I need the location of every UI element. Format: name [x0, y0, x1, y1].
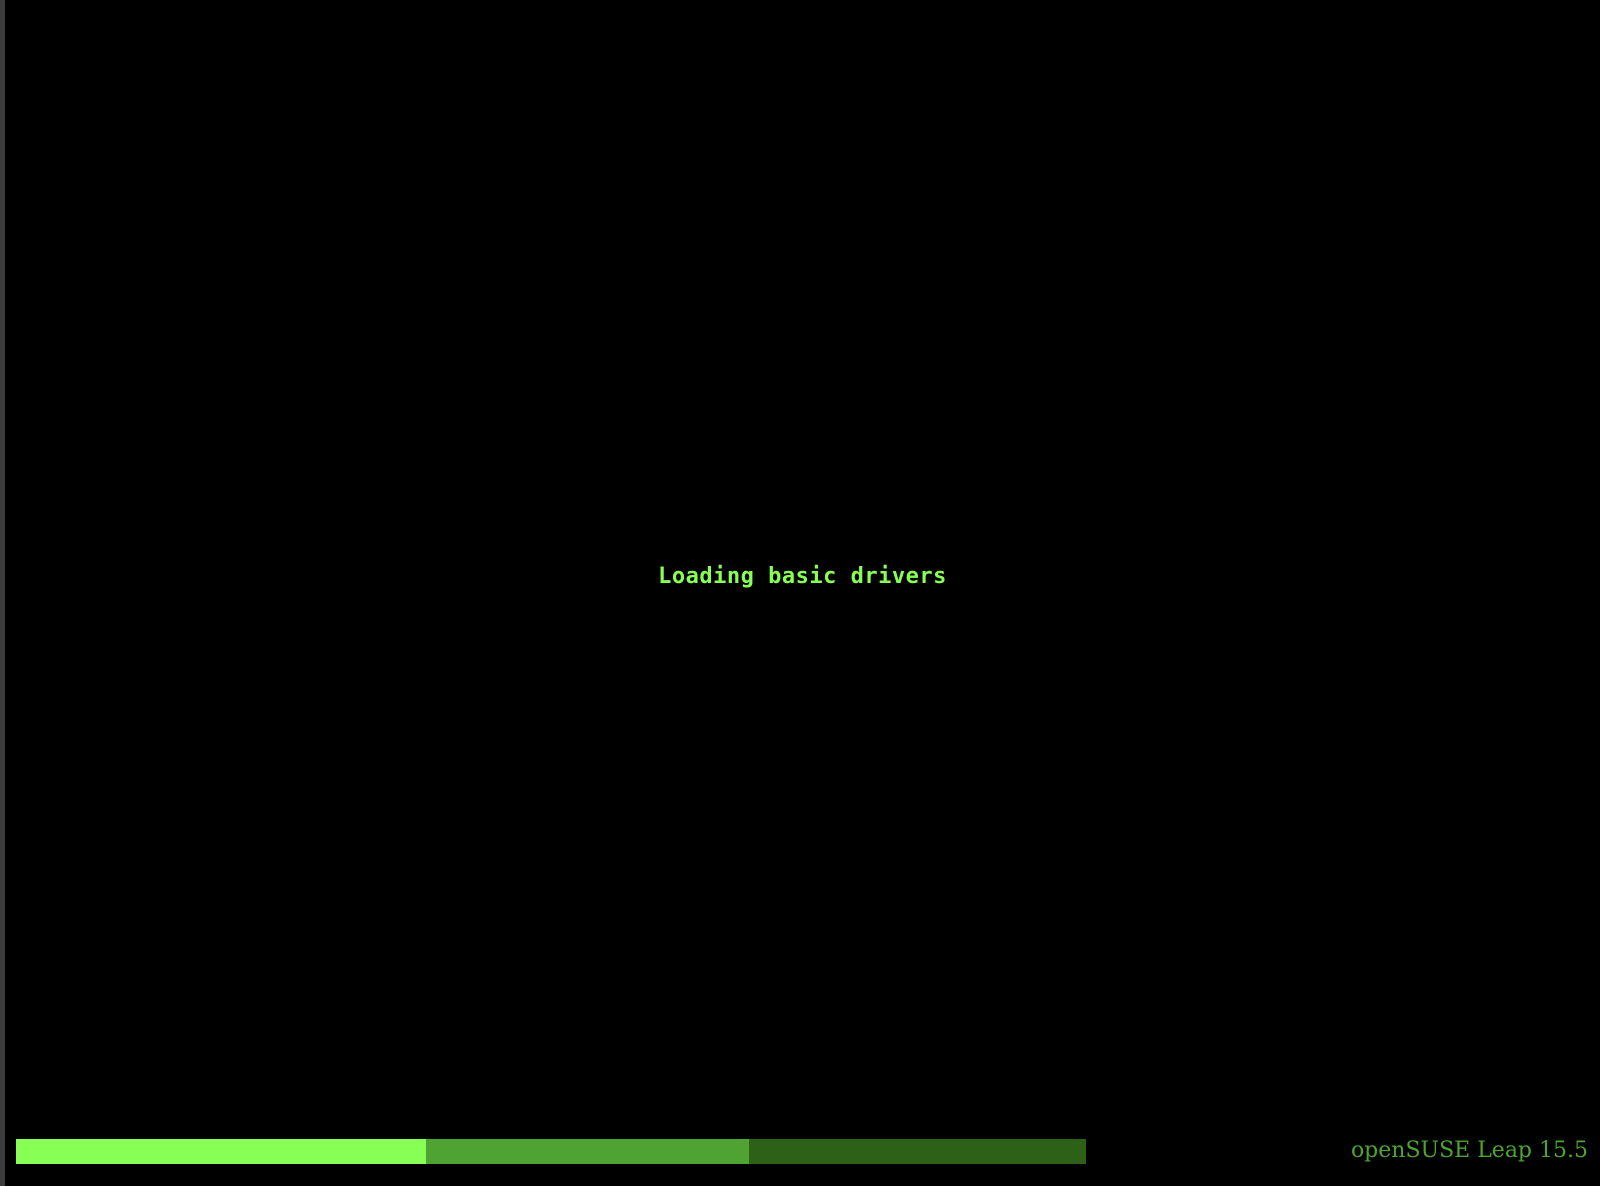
boot-screen: Loading basic drivers openSUSE Leap 15.5 — [5, 0, 1600, 1186]
progress-secondary-segment — [425, 1139, 749, 1164]
product-version-label: openSUSE Leap 15.5 — [1350, 1138, 1588, 1163]
progress-remaining-segment — [748, 1139, 1086, 1164]
progress-completed-segment — [16, 1139, 426, 1164]
boot-progress-bar — [16, 1139, 1086, 1164]
loading-status-message: Loading basic drivers — [658, 564, 947, 589]
vm-window-frame: Loading basic drivers openSUSE Leap 15.5 — [0, 0, 1600, 1186]
